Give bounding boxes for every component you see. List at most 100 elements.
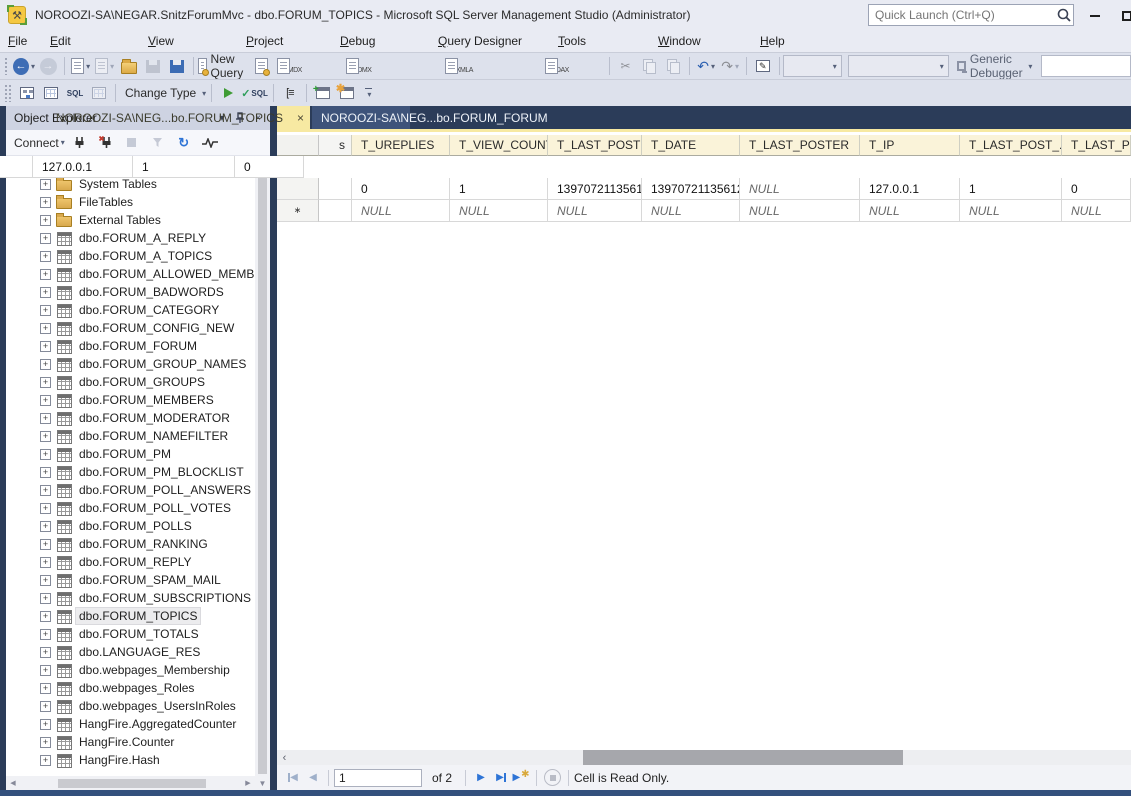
expand-toggle[interactable]: +: [40, 719, 51, 730]
scroll-down-arrow[interactable]: ▼: [255, 776, 270, 790]
expand-toggle[interactable]: +: [40, 755, 51, 766]
scroll-left-arrow[interactable]: ◀: [6, 776, 20, 790]
change-type-button[interactable]: Change Type ▾: [121, 82, 206, 104]
navigate-forward-button[interactable]: →: [37, 55, 59, 77]
tree-item[interactable]: + HangFire.Hash: [6, 751, 255, 769]
menu-item[interactable]: Project: [237, 32, 331, 50]
expand-toggle[interactable]: +: [40, 647, 51, 658]
new-query-button[interactable]: New Query: [198, 55, 249, 77]
undo-button[interactable]: ↶▾: [695, 55, 717, 77]
show-criteria-pane-button[interactable]: [40, 82, 62, 104]
scrollbar-thumb[interactable]: [583, 750, 903, 765]
tree-horizontal-scrollbar[interactable]: ◀ ▶: [6, 776, 255, 790]
database-engine-query-button[interactable]: [251, 55, 273, 77]
analysis-query-button[interactable]: DAX: [510, 55, 604, 77]
tree-item[interactable]: + dbo.webpages_Roles: [6, 679, 255, 697]
tree-item[interactable]: + External Tables: [6, 211, 100, 229]
activity-monitor-button[interactable]: ✎: [752, 55, 774, 77]
expand-toggle[interactable]: +: [40, 629, 51, 640]
tree-item[interactable]: + dbo.FORUM_BADWORDS: [6, 283, 108, 301]
tree-item[interactable]: + dbo.FORUM_GROUPS: [6, 373, 255, 391]
tree-item[interactable]: + dbo.FORUM_NAMEFILTER: [6, 427, 255, 445]
grid-cell[interactable]: NULL: [642, 200, 740, 222]
tree-item[interactable]: + dbo.FORUM_TOPICS: [6, 607, 255, 625]
grid-cell[interactable]: 0: [235, 156, 304, 178]
expand-toggle[interactable]: +: [40, 251, 51, 262]
menu-item[interactable]: Window: [649, 32, 751, 50]
grid-cell[interactable]: NULL: [740, 178, 860, 200]
grid-cell[interactable]: NULL: [548, 200, 642, 222]
toolbar-combo-3[interactable]: [1041, 55, 1131, 77]
expand-toggle[interactable]: +: [40, 431, 51, 442]
minimize-button[interactable]: [1082, 8, 1108, 24]
connect-button[interactable]: Connect ▾: [14, 132, 65, 154]
toolbar-combo-1[interactable]: ▾: [783, 55, 841, 77]
grid-cell[interactable]: 1: [960, 178, 1062, 200]
menu-item[interactable]: Tools: [549, 32, 649, 50]
expand-toggle[interactable]: +: [40, 467, 51, 478]
cut-button[interactable]: ✂: [614, 55, 636, 77]
tree-item[interactable]: + dbo.FORUM_ALLOWED_MEMBER: [6, 265, 106, 283]
row-selector[interactable]: [277, 178, 319, 200]
tree-item[interactable]: + HangFire.Counter: [6, 733, 255, 751]
scroll-right-arrow[interactable]: ▶: [241, 776, 255, 790]
menu-item[interactable]: View: [139, 32, 237, 50]
tree-item[interactable]: + dbo.FORUM_POLL_ANSWERS: [6, 481, 255, 499]
column-header[interactable]: T_VIEW_COUNT: [450, 135, 548, 156]
row-selector-header[interactable]: [277, 135, 319, 156]
expand-toggle[interactable]: +: [40, 557, 51, 568]
expand-toggle[interactable]: +: [40, 215, 51, 226]
tree-item[interactable]: + dbo.webpages_Membership: [6, 661, 255, 679]
grid-cell[interactable]: NULL: [860, 200, 960, 222]
toolbar-grip[interactable]: [4, 84, 12, 102]
grid-cell[interactable]: 13970721135612: [548, 178, 642, 200]
tree-item[interactable]: + dbo.FORUM_GROUP_NAMES: [6, 355, 255, 373]
tree-item[interactable]: + dbo.FORUM_CONFIG_NEW: [6, 319, 255, 337]
grid-cell[interactable]: 1: [133, 156, 235, 178]
expand-toggle[interactable]: +: [40, 737, 51, 748]
paste-button[interactable]: [662, 55, 684, 77]
verify-sql-button[interactable]: ✓SQL: [241, 82, 268, 104]
record-position-input[interactable]: [334, 769, 422, 787]
menu-item[interactable]: Query Designer: [429, 32, 549, 50]
expand-toggle[interactable]: +: [40, 521, 51, 532]
expand-toggle[interactable]: +: [40, 179, 51, 190]
tree-item[interactable]: + dbo.FORUM_A_REPLY: [6, 229, 104, 247]
tree-item[interactable]: + dbo.FORUM_PM: [6, 445, 255, 463]
expand-toggle[interactable]: +: [40, 305, 51, 316]
document-tab[interactable]: NOROOZI-SA\NEG...bo.FORUM_TOPICS ×: [277, 106, 310, 129]
cancel-query-button[interactable]: [544, 769, 561, 786]
expand-toggle[interactable]: +: [40, 233, 51, 244]
tree-item[interactable]: + dbo.FORUM_MODERATOR: [6, 409, 255, 427]
add-new-diagram-button[interactable]: ✱: [336, 82, 358, 104]
tree-item[interactable]: + dbo.FORUM_PM_BLOCKLIST: [6, 463, 255, 481]
execute-sql-button[interactable]: [217, 82, 239, 104]
expand-toggle[interactable]: +: [40, 683, 51, 694]
redo-button[interactable]: ↷▾: [719, 55, 741, 77]
grid-cell[interactable]: 0: [352, 178, 450, 200]
tree-item[interactable]: + dbo.LANGUAGE_RES: [6, 643, 255, 661]
grid-cell[interactable]: [319, 178, 352, 200]
expand-toggle[interactable]: +: [40, 503, 51, 514]
navigate-back-button[interactable]: ←▾: [13, 55, 35, 77]
new-record-button[interactable]: ▶✱: [511, 769, 531, 787]
panel-splitter[interactable]: [270, 106, 277, 790]
grid-horizontal-scrollbar[interactable]: ‹: [277, 750, 1131, 765]
tree-item[interactable]: + dbo.FORUM_SPAM_MAIL: [6, 571, 255, 589]
tree-item[interactable]: + dbo.FORUM_A_TOPICS: [6, 247, 126, 265]
menu-item[interactable]: File: [8, 34, 41, 48]
row-selector[interactable]: ∗: [277, 200, 319, 222]
column-header[interactable]: s: [319, 135, 352, 156]
activity-pulse-button[interactable]: [199, 132, 221, 154]
tree-item[interactable]: + dbo.FORUM_RANKING: [6, 535, 255, 553]
tab-close-icon[interactable]: ×: [297, 111, 304, 125]
new-project-button[interactable]: ▾: [70, 55, 92, 77]
expand-toggle[interactable]: +: [40, 611, 51, 622]
generic-debugger-button[interactable]: Generic Debugger ▾: [957, 55, 1033, 77]
grid-cell[interactable]: 0: [1062, 178, 1131, 200]
quick-launch-input[interactable]: [869, 8, 1055, 22]
analysis-query-button[interactable]: DMX: [310, 55, 408, 77]
grid-cell[interactable]: NULL: [740, 200, 860, 222]
expand-toggle[interactable]: +: [40, 413, 51, 424]
menu-item[interactable]: Help: [751, 32, 820, 50]
